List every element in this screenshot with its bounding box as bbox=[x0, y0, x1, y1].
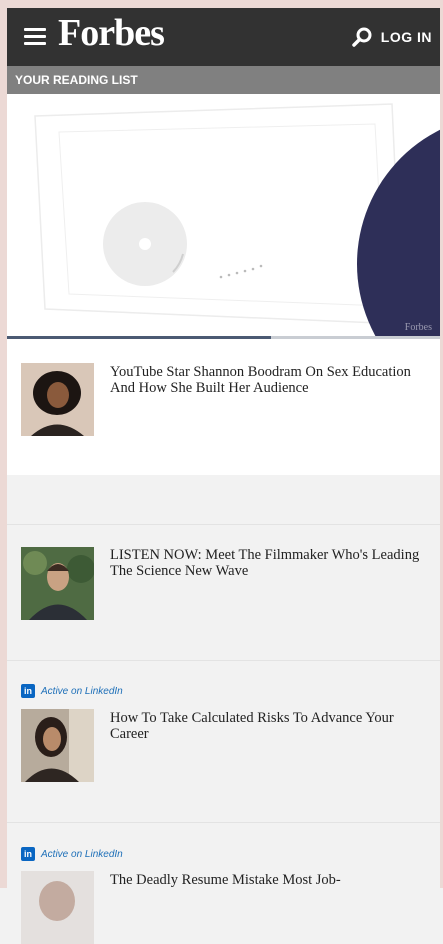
login-button[interactable]: LOG IN bbox=[351, 25, 432, 49]
linkedin-source-label: Active on LinkedIn bbox=[41, 685, 123, 697]
article-headline[interactable]: YouTube Star Shannon Boodram On Sex Educ… bbox=[110, 364, 420, 396]
top-edge bbox=[0, 0, 443, 8]
site-header: Forbes LOG IN bbox=[7, 8, 440, 66]
login-label: LOG IN bbox=[380, 29, 432, 45]
linkedin-source-label: Active on LinkedIn bbox=[41, 848, 123, 860]
hero-illustration bbox=[34, 103, 440, 339]
search-icon[interactable] bbox=[351, 26, 373, 48]
hero-circle-shape bbox=[357, 129, 440, 339]
article-card[interactable]: YouTube Star Shannon Boodram On Sex Educ… bbox=[7, 339, 440, 475]
article-thumbnail[interactable] bbox=[21, 871, 94, 944]
reading-list-title: YOUR READING LIST bbox=[7, 66, 440, 94]
article-headline[interactable]: The Deadly Resume Mistake Most Job- bbox=[110, 872, 420, 888]
hamburger-menu-icon[interactable] bbox=[24, 28, 46, 45]
article-card[interactable]: in Active on LinkedIn How To Take Calcul… bbox=[7, 661, 440, 822]
hero-banner[interactable]: Forbes bbox=[7, 94, 440, 339]
article-headline[interactable]: LISTEN NOW: Meet The Filmmaker Who's Lea… bbox=[110, 547, 420, 579]
linkedin-source[interactable]: in Active on LinkedIn bbox=[21, 847, 123, 861]
linkedin-icon: in bbox=[21, 847, 35, 861]
article-thumbnail[interactable] bbox=[21, 709, 94, 782]
article-thumbnail[interactable] bbox=[21, 547, 94, 620]
article-card[interactable]: in Active on LinkedIn The Deadly Resume … bbox=[7, 823, 440, 944]
article-thumbnail[interactable] bbox=[21, 363, 94, 436]
left-edge bbox=[0, 0, 7, 888]
forbes-logo[interactable]: Forbes bbox=[58, 11, 165, 55]
linkedin-source[interactable]: in Active on LinkedIn bbox=[21, 684, 123, 698]
linkedin-icon: in bbox=[21, 684, 35, 698]
hero-watermark: Forbes bbox=[404, 322, 432, 333]
article-card[interactable]: LISTEN NOW: Meet The Filmmaker Who's Lea… bbox=[7, 525, 440, 660]
article-headline[interactable]: How To Take Calculated Risks To Advance … bbox=[110, 710, 420, 742]
